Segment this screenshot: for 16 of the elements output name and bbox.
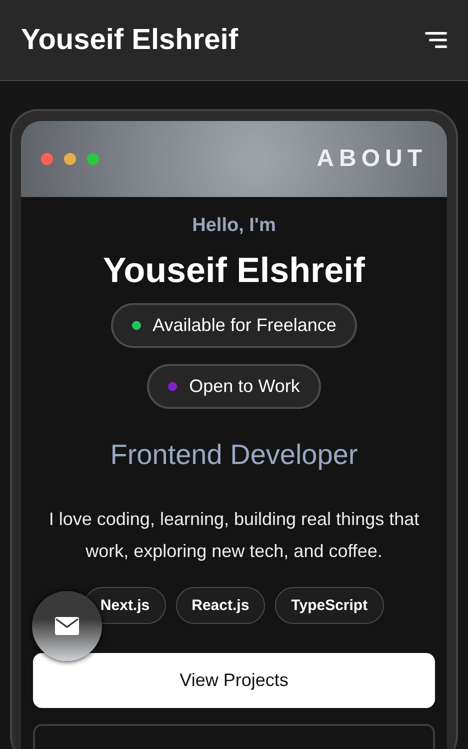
view-projects-button[interactable]: View Projects bbox=[33, 653, 435, 708]
site-title[interactable]: Youseif Elshreif bbox=[21, 24, 238, 56]
greeting: Hello, I'm bbox=[192, 215, 276, 237]
skill-tag: TypeScript bbox=[275, 587, 384, 624]
bio-text: I love coding, learning, building real things that work, exploring new tech, and coffee. bbox=[48, 508, 420, 563]
close-dot-icon bbox=[41, 153, 53, 165]
menu-icon[interactable] bbox=[425, 31, 447, 49]
role-title: Frontend Developer bbox=[110, 439, 358, 471]
skill-tag: React.js bbox=[176, 587, 266, 624]
window-title: ABOUT bbox=[316, 145, 427, 173]
name-heading: Youseif Elshreif bbox=[103, 251, 365, 291]
envelope-icon bbox=[55, 617, 79, 635]
maximize-dot-icon bbox=[87, 153, 99, 165]
status-label: Open to Work bbox=[189, 376, 300, 397]
status-label: Available for Freelance bbox=[152, 315, 336, 336]
minimize-dot-icon bbox=[64, 153, 76, 165]
